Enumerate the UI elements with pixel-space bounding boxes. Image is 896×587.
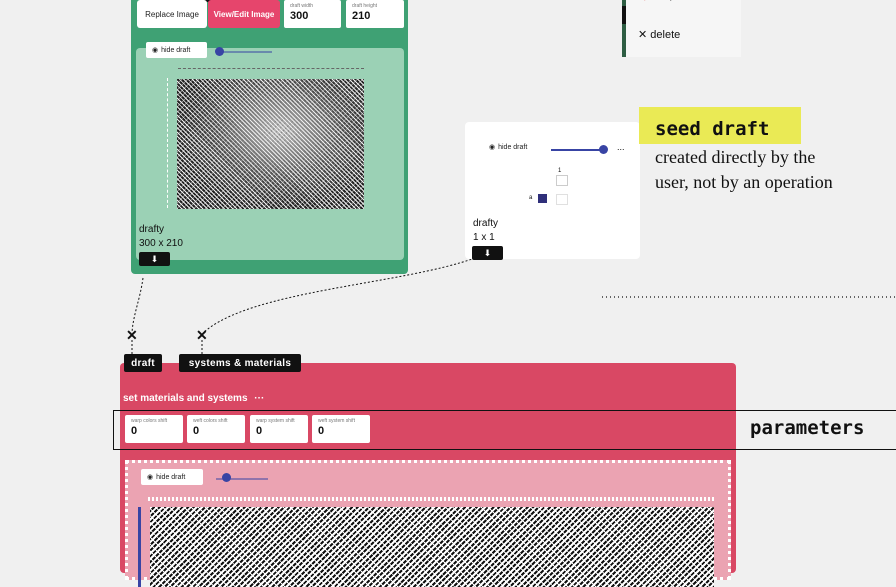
help-label: help xyxy=(655,0,676,1)
seed-draft-annotation-label: seed draft xyxy=(655,118,770,140)
connection-draft xyxy=(131,277,144,334)
operation-title-label: set materials and systems xyxy=(123,393,248,404)
delete-label: delete xyxy=(650,29,681,41)
draft-height-field[interactable]: draft height 210 xyxy=(346,0,404,28)
seed-download-button[interactable]: ⬇ xyxy=(472,246,503,260)
seed-zoom-slider[interactable] xyxy=(551,149,603,151)
operation-more-menu[interactable]: ··· xyxy=(254,393,264,404)
eye-icon: ◉ xyxy=(147,474,154,481)
materials-weft-system-bar xyxy=(138,507,141,587)
close-icon: ✕ xyxy=(638,29,648,41)
materials-draft-preview[interactable] xyxy=(150,507,714,587)
disconnect-draft-icon[interactable]: ✕ xyxy=(126,327,138,344)
seed-col-label: 1 xyxy=(558,168,562,174)
seed-row-label: a xyxy=(529,195,533,201)
draft-height-value[interactable]: 210 xyxy=(352,10,398,22)
seed-draft-annotation-tag: seed draft xyxy=(639,107,801,144)
parameters-annotation-label: parameters xyxy=(750,417,865,439)
replace-image-button[interactable]: Replace Image xyxy=(137,0,207,28)
context-menu: ❓ help ✕ delete xyxy=(622,0,741,57)
draft-width-label: draft width xyxy=(290,3,314,9)
materials-hide-draft-label: hide draft xyxy=(156,473,186,481)
seed-draft-annotation-desc: created directly by the user, not by an … xyxy=(655,147,833,192)
help-icon: ❓ xyxy=(638,0,652,1)
seed-hide-draft-label: hide draft xyxy=(498,143,528,151)
materials-draft-container: ◉ hide draft xyxy=(125,460,731,587)
draft-width-value[interactable]: 300 xyxy=(290,10,335,22)
download-icon: ⬇ xyxy=(483,247,492,258)
seed-hide-draft-button[interactable]: ◉ hide draft xyxy=(483,139,534,155)
zoom-slider[interactable] xyxy=(220,51,272,53)
input-port-systems-materials[interactable]: systems & materials xyxy=(179,354,301,372)
set-materials-operation[interactable]: set materials and systems ··· warp color… xyxy=(120,363,736,587)
view-edit-image-button[interactable]: View/Edit Image xyxy=(208,0,280,28)
warp-ruler xyxy=(178,68,364,69)
eye-icon: ◉ xyxy=(489,144,496,151)
menu-marker xyxy=(622,6,626,24)
draft-width-field[interactable]: draft width 300 xyxy=(284,0,341,28)
hide-draft-label: hide draft xyxy=(161,46,191,54)
seed-more-menu[interactable]: ... xyxy=(617,142,625,152)
seed-warp-cell[interactable] xyxy=(556,175,568,186)
seed-draft-card[interactable]: ◉ hide draft ... 1 a drafty 1 x 1 ⬇ xyxy=(465,122,640,260)
seed-draft-size: 1 x 1 xyxy=(473,232,495,243)
download-icon: ⬇ xyxy=(150,253,159,264)
draft-size: 300 x 210 xyxy=(139,238,183,249)
seed-weft-color[interactable] xyxy=(538,194,547,203)
weft-ruler xyxy=(167,78,168,208)
seed-zoom-slider-knob[interactable] xyxy=(599,145,608,154)
zoom-slider-knob[interactable] xyxy=(215,47,224,56)
seed-draft-cell[interactable] xyxy=(556,194,568,205)
upload-draft-container: ◉ hide draft drafty 300 x 210 ⬇ xyxy=(136,42,404,266)
upload-image-operation[interactable]: Replace Image View/Edit Image draft widt… xyxy=(131,0,408,274)
hide-draft-button[interactable]: ◉ hide draft xyxy=(146,42,207,58)
menu-item-help[interactable]: ❓ help xyxy=(638,0,676,1)
eye-icon: ◉ xyxy=(152,47,159,54)
materials-zoom-slider-knob[interactable] xyxy=(222,473,231,482)
input-port-draft[interactable]: draft xyxy=(124,354,162,372)
draft-height-label: draft height xyxy=(352,3,378,9)
download-button[interactable]: ⬇ xyxy=(139,252,170,266)
menu-item-delete[interactable]: ✕ delete xyxy=(638,28,680,41)
materials-hide-draft-button[interactable]: ◉ hide draft xyxy=(141,469,203,485)
seed-draft-name: drafty xyxy=(473,218,499,229)
draft-name: drafty xyxy=(139,224,165,235)
draft-image-preview[interactable] xyxy=(177,79,364,209)
disconnect-systems-icon[interactable]: ✕ xyxy=(196,327,208,344)
operation-title: set materials and systems ··· xyxy=(123,393,264,404)
materials-warp-ruler xyxy=(148,497,714,501)
